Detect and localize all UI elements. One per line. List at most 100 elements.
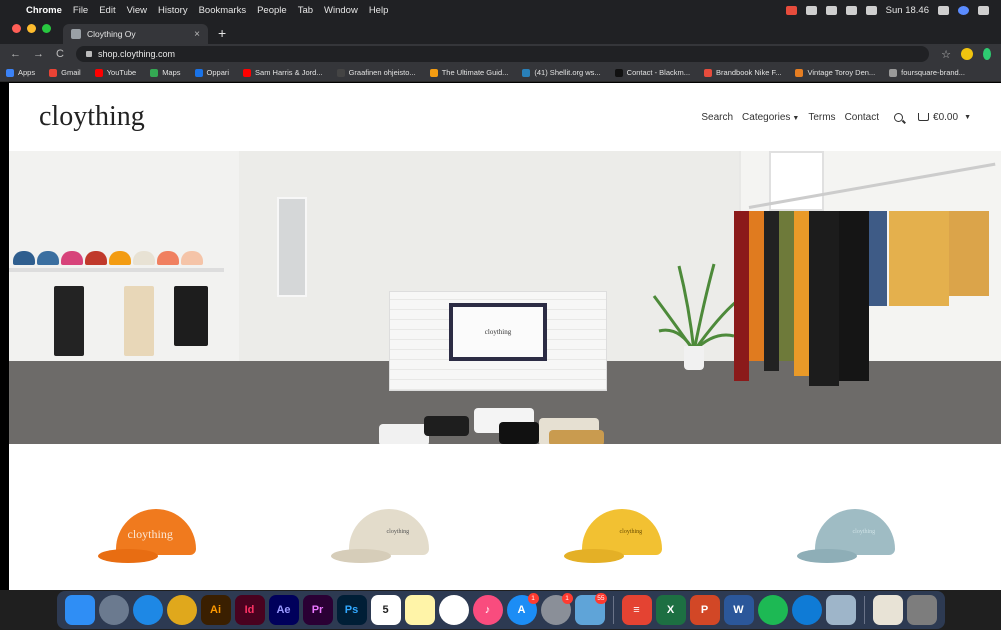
menu-window[interactable]: Window: [324, 5, 358, 16]
bookmark-item[interactable]: Vintage Toroy Den...: [795, 68, 875, 77]
bookmark-favicon-icon: [150, 68, 159, 77]
status-app-icon[interactable]: [785, 5, 797, 15]
bookmark-label: Apps: [18, 68, 36, 77]
bookmark-label: Maps: [162, 68, 181, 77]
product-card[interactable]: cloything: [537, 480, 707, 590]
cart-dropdown[interactable]: €0.00 ▼: [918, 112, 971, 123]
after-effects-icon[interactable]: Ae: [268, 595, 299, 625]
menu-history[interactable]: History: [158, 5, 188, 16]
itunes-icon[interactable]: ♪: [472, 595, 503, 625]
reload-button[interactable]: C: [56, 48, 64, 60]
photos-icon[interactable]: [438, 595, 469, 625]
extension-icon[interactable]: [983, 48, 991, 60]
search-icon[interactable]: [894, 112, 904, 122]
preview-icon[interactable]: 55: [574, 593, 607, 625]
product-card[interactable]: cloything: [304, 480, 474, 590]
site-header: cloything Search Categories ▼ Terms Conta…: [9, 83, 1001, 151]
bookmark-item[interactable]: Apps: [6, 68, 35, 77]
bookmark-label: Contact - Blackm...: [626, 68, 691, 77]
finder-icon[interactable]: [64, 595, 95, 625]
bookmark-item[interactable]: Maps: [150, 68, 181, 77]
site-logo[interactable]: cloything: [39, 101, 145, 133]
safari-icon[interactable]: [132, 595, 163, 625]
menubar-clock[interactable]: Sun 18.46: [886, 5, 929, 16]
battery-icon[interactable]: [865, 5, 877, 15]
menu-app-chrome[interactable]: Chrome: [26, 5, 62, 16]
bookmarks-bar: Apps Gmail YouTube Maps Oppari Sam Harris & J…: [0, 64, 1001, 82]
chrome-icon[interactable]: [166, 595, 197, 625]
menu-bookmarks[interactable]: Bookmarks: [199, 5, 247, 16]
tab-close-icon[interactable]: ×: [194, 29, 200, 40]
caret-down-icon: ▼: [792, 114, 800, 122]
trash-icon[interactable]: [906, 595, 937, 625]
zoom-window-button[interactable]: [42, 24, 51, 33]
notification-badge: 55: [595, 593, 607, 604]
bookmark-item[interactable]: Graafinen ohjeisto...: [336, 68, 416, 77]
bookmark-item[interactable]: Gmail: [49, 68, 81, 77]
url-text[interactable]: shop.cloything.com: [98, 49, 175, 59]
siri-icon[interactable]: [958, 5, 969, 15]
bookmark-star-icon[interactable]: ☆: [941, 48, 951, 61]
app-store-icon[interactable]: A1: [506, 593, 539, 625]
dock-shelf: Ai Id Ae Pr Ps 5 ♪ A 1 1 55 ≡ X P W: [56, 591, 945, 629]
new-tab-button[interactable]: +: [218, 25, 226, 41]
image-capture-icon[interactable]: [825, 595, 856, 625]
menu-help[interactable]: Help: [369, 5, 389, 16]
product-card[interactable]: cloything: [770, 480, 940, 590]
bookmark-item[interactable]: Brandbook Nike F...: [704, 68, 781, 77]
cart-icon: [918, 113, 930, 121]
forward-button[interactable]: →: [33, 48, 44, 60]
nav-contact-link[interactable]: Contact: [845, 112, 879, 123]
word-icon[interactable]: W: [723, 595, 754, 625]
bookmark-item[interactable]: YouTube: [94, 68, 136, 77]
edge-icon[interactable]: [791, 595, 822, 625]
hero-backpack: [174, 286, 208, 346]
menu-edit[interactable]: Edit: [99, 5, 115, 16]
indesign-icon[interactable]: Id: [234, 595, 265, 625]
bookmark-item[interactable]: Contact - Blackm...: [614, 68, 691, 77]
nav-categories-dropdown[interactable]: Categories ▼: [742, 112, 799, 123]
dock-separator: [612, 596, 614, 624]
excel-icon[interactable]: X: [655, 595, 686, 625]
profile-avatar[interactable]: [961, 48, 973, 60]
close-window-button[interactable]: [12, 24, 21, 33]
wifi-icon[interactable]: [825, 5, 837, 15]
menu-view[interactable]: View: [127, 5, 147, 16]
photoshop-icon[interactable]: Ps: [336, 595, 367, 625]
menu-people[interactable]: People: [257, 5, 287, 16]
powerpoint-icon[interactable]: P: [689, 595, 720, 625]
chrome-tab-strip: Cloything Oy × +: [0, 20, 1001, 44]
bookmark-item[interactable]: (41) Shellit.org ws...: [522, 68, 601, 77]
volume-icon[interactable]: [845, 5, 857, 15]
browser-tab-cloything[interactable]: Cloything Oy ×: [63, 24, 208, 44]
bookmark-item[interactable]: Sam Harris & Jord...: [243, 68, 323, 77]
spotify-icon[interactable]: [757, 595, 788, 625]
product-card[interactable]: cloything: [71, 480, 241, 590]
nav-terms-link[interactable]: Terms: [808, 112, 835, 123]
cap-brand-label: cloything: [386, 529, 410, 535]
notification-center-icon[interactable]: [978, 5, 989, 15]
documents-folder-icon[interactable]: [872, 595, 903, 625]
back-button[interactable]: ←: [10, 48, 21, 60]
bookmark-favicon-icon: [336, 68, 345, 77]
todoist-icon[interactable]: ≡: [621, 595, 652, 625]
minimize-window-button[interactable]: [27, 24, 36, 33]
bookmark-item[interactable]: Oppari: [194, 68, 229, 77]
hero-garment: [869, 211, 887, 306]
system-preferences-icon[interactable]: 1: [540, 593, 573, 625]
dropbox-icon[interactable]: [805, 5, 817, 15]
menu-file[interactable]: File: [73, 5, 88, 16]
address-bar[interactable]: shop.cloything.com: [75, 46, 930, 62]
illustrator-icon[interactable]: Ai: [200, 595, 231, 625]
bookmark-item[interactable]: foursquare-brand...: [889, 68, 965, 77]
bookmark-favicon-icon: [522, 68, 531, 77]
spotlight-search-icon[interactable]: [938, 5, 949, 15]
nav-search-link[interactable]: Search: [701, 112, 733, 123]
notes-icon[interactable]: [404, 595, 435, 625]
menu-tab[interactable]: Tab: [298, 5, 313, 16]
launchpad-icon[interactable]: [98, 595, 129, 625]
premiere-icon[interactable]: Pr: [302, 595, 333, 625]
calendar-icon[interactable]: 5: [370, 595, 401, 625]
bookmark-item[interactable]: The Ultimate Guid...: [429, 68, 508, 77]
lock-icon[interactable]: [85, 51, 92, 57]
